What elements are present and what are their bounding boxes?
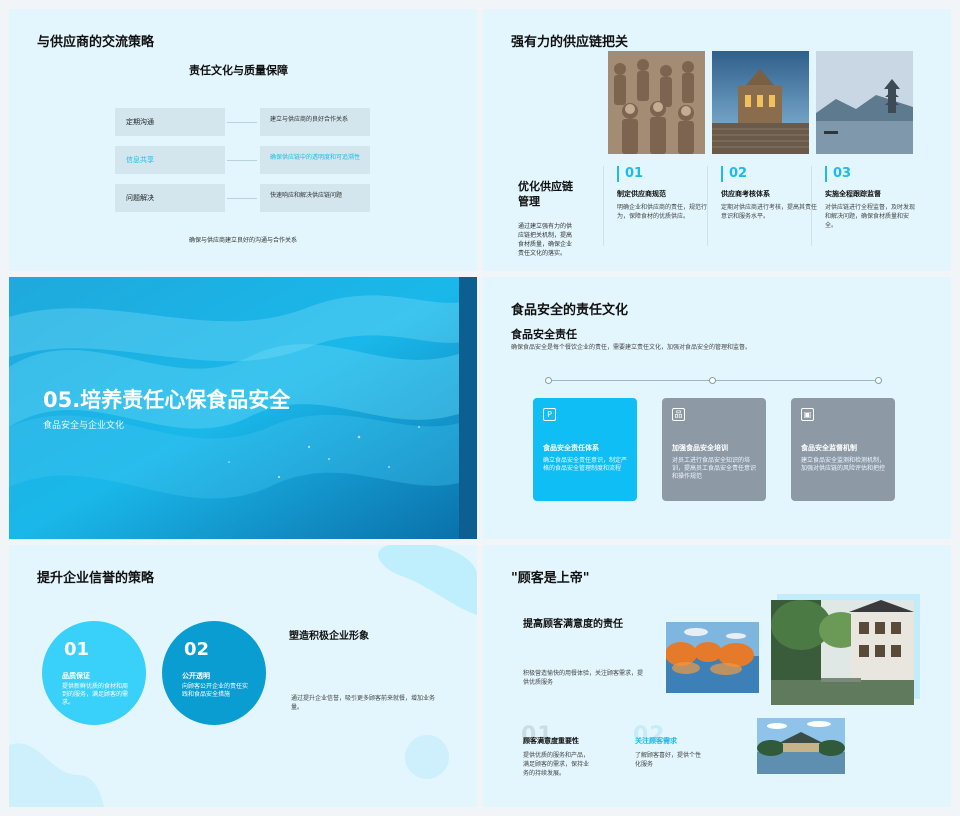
slide-title: 强有力的供应链把关	[511, 35, 629, 50]
slide-footer: 确保与供应商建立良好的沟通与合作关系	[189, 237, 298, 244]
measure-item: 03 实施全程跟踪监督 对供应链进行全程监督，及时发现和解决问题，确保食材质量和…	[825, 166, 915, 230]
slide-title: 提升企业信誉的策略	[37, 571, 155, 586]
item-desc: 明确企业和供应商的责任，规范行为，保障食材的优质供应。	[617, 204, 708, 220]
strategy-desc: 确保供应链中的透明度和可追溯性	[260, 146, 370, 174]
terracotta-photo	[608, 51, 705, 154]
item-number: 03	[825, 166, 915, 182]
slide-title: "顾客是上帝"	[511, 571, 590, 586]
item-desc: 了解顾客喜好，提供个性化服务	[635, 752, 702, 768]
ruins-photo	[712, 51, 809, 154]
card-desc: 对员工进行食品安全知识的培训，提高员工食品安全责任意识和操作规范	[672, 457, 757, 480]
optimize-desc: 通过建立强有力的供应链把关机制，提高食材质量，确保企业责任文化的落实。	[518, 223, 573, 257]
strategy-circle[interactable]: 01 品质保证 提供新鲜优质的食材和周到的服务，满足顾客的需求。	[42, 621, 146, 725]
section-subtitle: 食品安全与企业文化	[43, 421, 125, 431]
image-desc: 通过提升企业信誉，吸引更多顾客前来就餐，增加业务量。	[291, 695, 436, 711]
card-desc: 建立食品安全监测和检测机制，加强对供应链的风险评估和把控	[801, 457, 886, 472]
item-desc: 提供优质的服务和产品，满足顾客的需求，保持业务的持续发展。	[523, 752, 590, 777]
autumn-lake-photo	[666, 622, 759, 693]
divider	[603, 166, 604, 246]
image-icon: ▣	[801, 408, 814, 421]
card-heading: 加强食品安全培训	[672, 444, 728, 452]
strategy-label: 定期沟通	[115, 108, 225, 136]
strategy-desc: 快速响应和解决供应链问题	[260, 184, 370, 212]
slide-supply-chain[interactable]: 强有力的供应链把关 优化供应链管理 通过建立强有力的供应链把关机制，提高食材质量…	[483, 9, 951, 271]
card-heading: 食品安全责任体系	[543, 444, 599, 452]
arrow-connector	[227, 122, 257, 123]
strategy-circle[interactable]: 02 公开透明 向顾客公开企业的责任实践和食品安全措施	[162, 621, 266, 725]
arrow-connector	[227, 160, 257, 161]
safety-card[interactable]: 品 加强食品安全培训 对员工进行食品安全知识的培训，提高员工食品安全责任意识和操…	[662, 398, 766, 501]
circle-desc: 向顾客公开企业的责任实践和食品安全措施	[182, 683, 249, 698]
image-title: 塑造积极企业形象	[289, 631, 369, 642]
item-heading: 关注顾客需求	[635, 737, 677, 745]
strategy-desc: 建立与供应商的良好合作关系	[260, 108, 370, 136]
measure-item: 02 供应商考核体系 定期对供应商进行考核，提高其责任意识和服务水平。	[721, 166, 818, 221]
item-heading: 实施全程跟踪监督	[825, 190, 881, 198]
circle-heading: 公开透明	[182, 672, 210, 680]
pavilion-lake-photo	[757, 718, 845, 774]
slide-reputation[interactable]: 提升企业信誉的策略 01 品质保证 提供新鲜优质的食材和周到的服务，满足顾客的需…	[9, 545, 477, 807]
slide-subtitle: 责任文化与质量保障	[189, 64, 288, 77]
strategy-label: 问题解决	[115, 184, 225, 212]
slide-title: 食品安全的责任文化	[511, 303, 629, 318]
slide-desc: 积极营造愉快的用餐体验，关注顾客需求，提供优质服务	[523, 670, 644, 686]
strategy-label: 信息共享	[115, 146, 225, 174]
circle-heading: 品质保证	[62, 672, 90, 680]
safety-card[interactable]: P 食品安全责任体系 确立食品安全责任意识，制定严格的食品安全管理制度和流程	[533, 398, 637, 501]
circle-number: 01	[64, 639, 90, 660]
timeline-dot	[545, 377, 552, 384]
safety-card[interactable]: ▣ 食品安全监督机制 建立食品安全监测和检测机制，加强对供应链的风险评估和把控	[791, 398, 895, 501]
hierarchy-icon: 品	[672, 408, 685, 421]
item-number: 01	[617, 166, 714, 182]
timeline-dot	[709, 377, 716, 384]
item-heading: 供应商考核体系	[721, 190, 770, 198]
item-heading: 制定供应商规范	[617, 190, 666, 198]
slide-desc: 确保食品安全是每个餐饮企业的责任，需要建立责任文化，加强对食品安全的管理和监督。	[511, 344, 752, 351]
document-icon: P	[543, 408, 556, 421]
card-heading: 食品安全监督机制	[801, 444, 857, 452]
slide-food-safety[interactable]: 食品安全的责任文化 食品安全责任 确保食品安全是每个餐饮企业的责任，需要建立责任…	[483, 277, 951, 539]
circle-number: 02	[184, 639, 210, 660]
item-heading: 顾客满意度重要性	[523, 737, 579, 745]
timeline-dot	[875, 377, 882, 384]
measure-item: 01 制定供应商规范 明确企业和供应商的责任，规范行为，保障食材的优质供应。	[617, 166, 714, 221]
slide-customer[interactable]: "顾客是上帝" 提高顾客满意度的责任 积极营造愉快的用餐体验，关注顾客需求，提供…	[483, 545, 951, 807]
slide-section-cover[interactable]: 05.培养责任心保食品安全 食品安全与企业文化	[9, 277, 477, 539]
slide-subtitle: 食品安全责任	[511, 328, 577, 341]
item-desc: 定期对供应商进行考核，提高其责任意识和服务水平。	[721, 204, 818, 220]
slide-title: 与供应商的交流策略	[37, 35, 155, 50]
slide-supplier-communication[interactable]: 与供应商的交流策略 责任文化与质量保障 定期沟通 建立与供应商的良好合作关系 信…	[9, 9, 477, 271]
optimize-title: 优化供应链管理	[518, 180, 573, 208]
arrow-connector	[227, 198, 257, 199]
card-desc: 确立食品安全责任意识，制定严格的食品安全管理制度和流程	[543, 457, 628, 472]
section-title: 05.培养责任心保食品安全	[43, 388, 291, 412]
side-bar	[459, 277, 477, 539]
item-desc: 对供应链进行全程监督，及时发现和解决问题，确保食材质量和安全。	[825, 204, 916, 229]
slide-subtitle: 提高顾客满意度的责任	[523, 619, 623, 630]
canal-town-photo	[771, 600, 914, 705]
pagoda-lake-photo	[816, 51, 913, 154]
item-number: 02	[721, 166, 818, 182]
circle-desc: 提供新鲜优质的食材和周到的服务，满足顾客的需求。	[62, 683, 129, 706]
